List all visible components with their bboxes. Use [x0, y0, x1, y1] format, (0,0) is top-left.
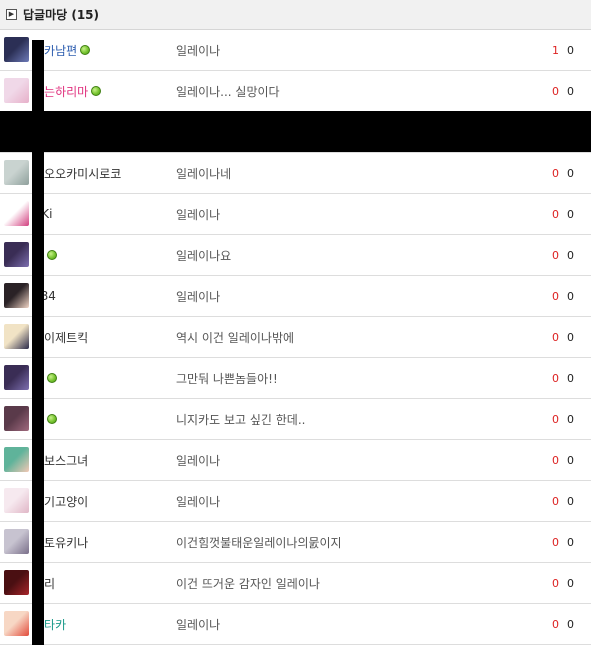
user-avatar[interactable]	[4, 570, 29, 595]
comment-text[interactable]: 일레이나	[176, 440, 220, 480]
comment-text[interactable]: 일레이나	[176, 30, 220, 70]
downvote-count[interactable]: 0	[567, 522, 574, 562]
comment-row: 즈카남편 일레이나 1 0	[0, 30, 591, 71]
upvote-count[interactable]: 0	[552, 235, 559, 275]
member-badge-icon	[47, 250, 58, 260]
comment-row: 나토유키나 이건힘껏불태운일레이나의뭀이지 0 0	[0, 522, 591, 563]
comment-text[interactable]: 일레이나	[176, 481, 220, 521]
user-avatar[interactable]	[4, 529, 29, 554]
member-badge-icon	[47, 414, 58, 424]
comment-section-header: ▶ 답글마당 (15)	[0, 0, 591, 30]
upvote-count[interactable]: 0	[552, 563, 559, 603]
member-badge-icon	[80, 45, 91, 55]
member-badge-icon	[47, 373, 58, 383]
comment-text[interactable]: 일레이나	[176, 194, 220, 234]
comment-row: 유리 이건 뜨거운 감자인 일레이나 0 0	[0, 563, 591, 604]
upvote-count[interactable]: 0	[552, 71, 559, 111]
downvote-count[interactable]: 0	[567, 481, 574, 521]
downvote-count[interactable]: 0	[567, 30, 574, 70]
downvote-count[interactable]: 0	[567, 194, 574, 234]
comment-text[interactable]: 일레이나요	[176, 235, 231, 275]
upvote-count[interactable]: 0	[552, 440, 559, 480]
comment-row: 종보스그녀 일레이나 0 0	[0, 440, 591, 481]
user-avatar[interactable]	[4, 160, 29, 185]
user-avatar[interactable]	[4, 488, 29, 513]
downvote-count[interactable]: 0	[567, 358, 574, 398]
upvote-count[interactable]: 0	[552, 194, 559, 234]
expand-toggle-icon[interactable]: ▶	[6, 9, 17, 20]
user-avatar[interactable]	[4, 37, 29, 62]
section-title: 답글마당 (15)	[23, 8, 100, 22]
upvote-count[interactable]: 0	[552, 358, 559, 398]
upvote-count[interactable]: 0	[552, 153, 559, 193]
downvote-count[interactable]: 0	[567, 153, 574, 193]
nickname-link[interactable]: 나오오카미시로코	[33, 153, 121, 193]
upvote-count[interactable]: 0	[552, 481, 559, 521]
downvote-count[interactable]: 0	[567, 276, 574, 316]
downvote-count[interactable]: 0	[567, 71, 574, 111]
redacted-row	[0, 111, 591, 152]
comment-row: ZKi일레이나00	[0, 194, 591, 235]
upvote-count[interactable]: 0	[552, 399, 559, 439]
comment-row: 룰그만둬 나쁜놈들아!!00	[0, 358, 591, 399]
redaction-bar	[32, 40, 44, 645]
downvote-count[interactable]: 0	[567, 317, 574, 357]
user-avatar[interactable]	[4, 611, 29, 636]
comment-text[interactable]: 일레이나	[176, 276, 220, 316]
comment-row: 나는하리마 일레이나... 실망이다 0 0	[0, 71, 591, 112]
comment-text[interactable]: 일레이나... 실망이다	[176, 71, 280, 111]
user-avatar[interactable]	[4, 406, 29, 431]
comment-row: 룰일레이나요00	[0, 235, 591, 276]
user-avatar[interactable]	[4, 447, 29, 472]
comment-row: 비타카 일레이나 0 0	[0, 604, 591, 645]
downvote-count[interactable]: 0	[567, 563, 574, 603]
upvote-count[interactable]: 0	[552, 317, 559, 357]
comment-row: 썰기고양이 일레이나 0 0	[0, 481, 591, 522]
upvote-count[interactable]: 0	[552, 604, 559, 644]
upvote-count[interactable]: 1	[552, 30, 559, 70]
comment-row: 나오오카미시로코 일레이나네 0 0	[0, 153, 591, 194]
comment-row: n84 일레이나 0 0	[0, 276, 591, 317]
comment-text[interactable]: 역시 이건 일레이나밖에	[176, 317, 294, 357]
comment-text[interactable]: 일레이나네	[176, 153, 231, 193]
user-avatar[interactable]	[4, 365, 29, 390]
user-avatar[interactable]	[4, 283, 29, 308]
user-avatar[interactable]	[4, 324, 29, 349]
user-avatar[interactable]	[4, 242, 29, 267]
downvote-count[interactable]: 0	[567, 235, 574, 275]
comment-text[interactable]: 이건힘껏불태운일레이나의뭀이지	[176, 522, 342, 562]
upvote-count[interactable]: 0	[552, 522, 559, 562]
comment-text[interactable]: 일레이나	[176, 604, 220, 644]
user-avatar[interactable]	[4, 201, 29, 226]
downvote-count[interactable]: 0	[567, 440, 574, 480]
comment-text[interactable]: 이건 뜨거운 감자인 일레이나	[176, 563, 320, 603]
member-badge-icon	[91, 86, 102, 96]
comment-text[interactable]: 그만둬 나쁜놈들아!!	[176, 358, 278, 398]
nickname-text: 나오오카미시로코	[33, 166, 122, 181]
downvote-count[interactable]: 0	[567, 604, 574, 644]
comment-text[interactable]: 니지카도 보고 싶긴 한데..	[176, 399, 305, 439]
downvote-count[interactable]: 0	[567, 399, 574, 439]
upvote-count[interactable]: 0	[552, 276, 559, 316]
comment-row: 될니지카도 보고 싶긴 한데..00	[0, 399, 591, 440]
comment-row: 랭이제트킥 역시 이건 일레이나밖에 0 0	[0, 317, 591, 358]
user-avatar[interactable]	[4, 78, 29, 103]
